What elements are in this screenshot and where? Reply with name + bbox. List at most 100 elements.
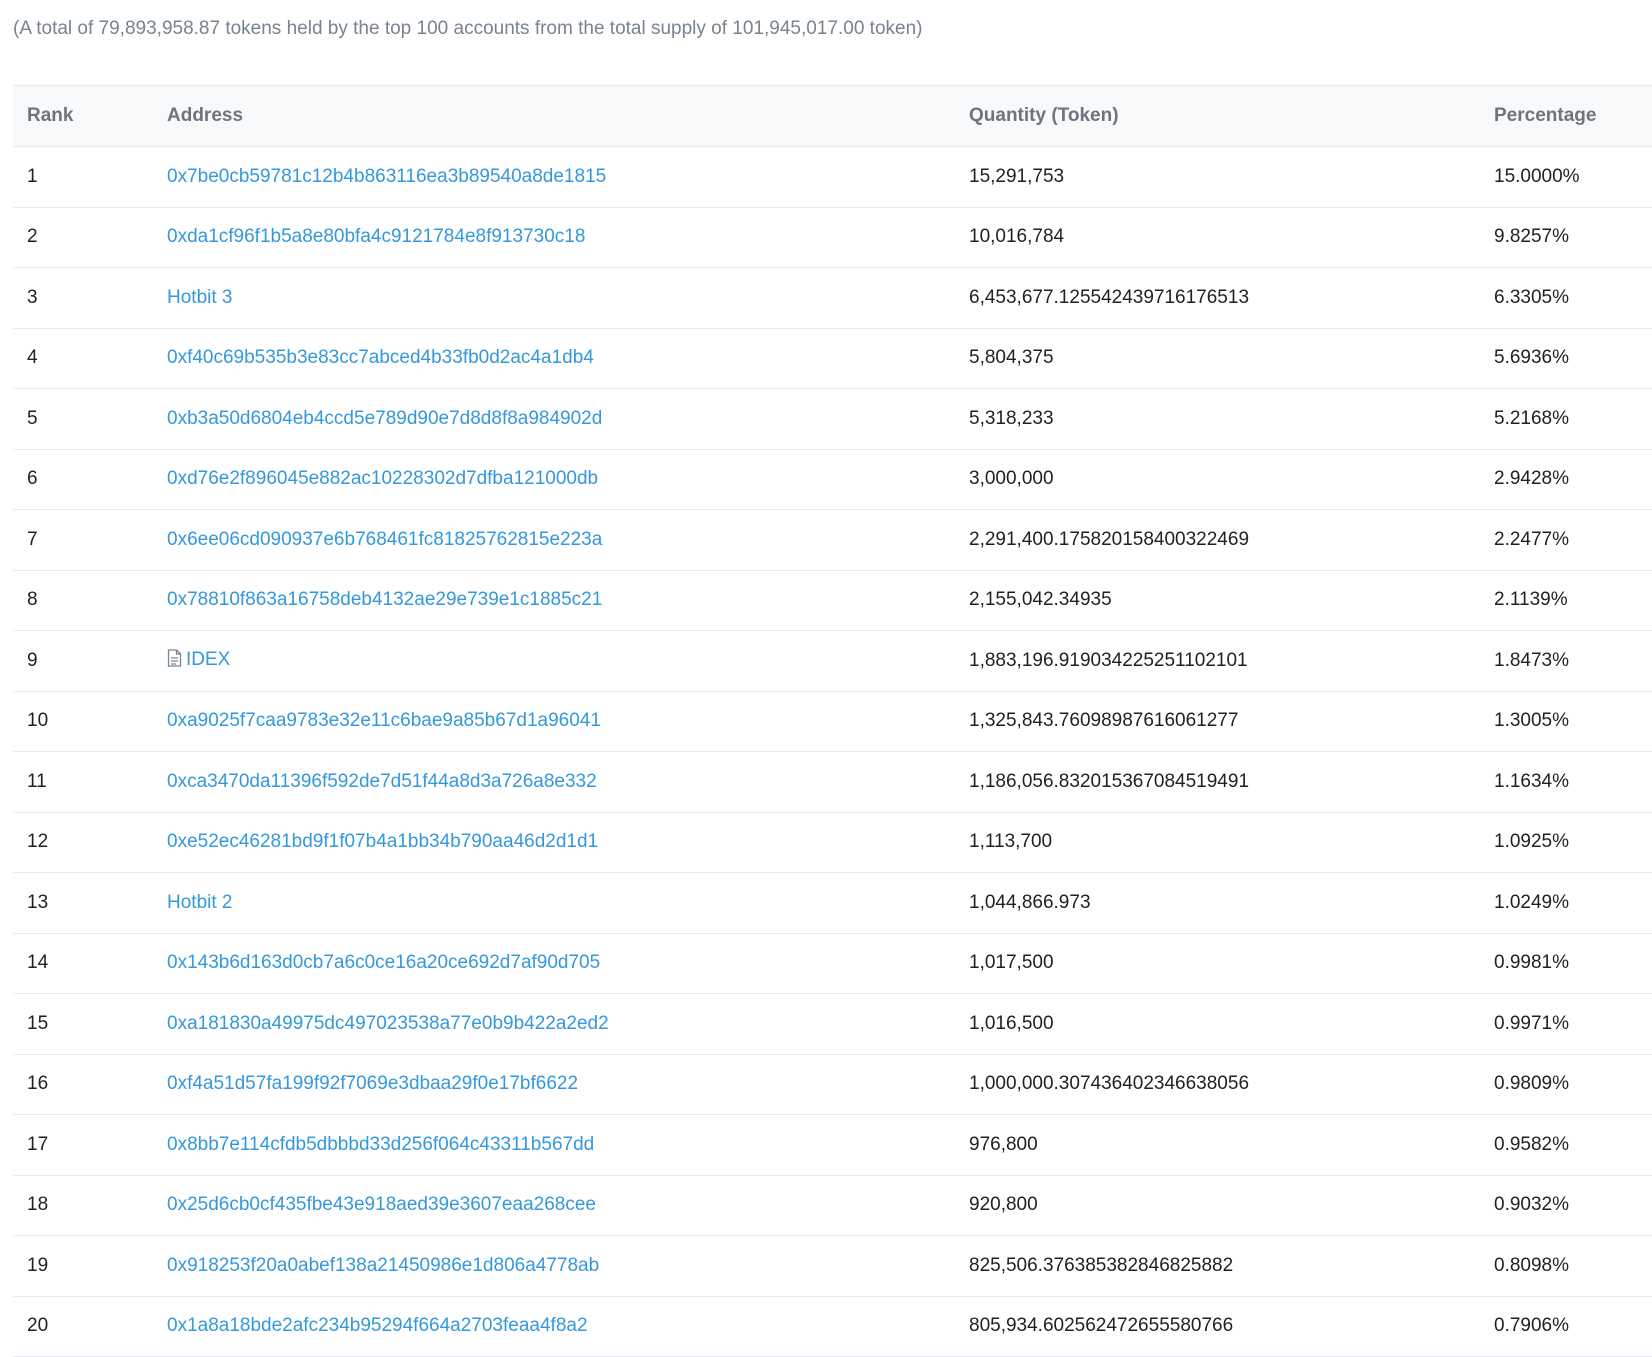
table-header-row: Rank Address Quantity (Token) Percentage: [13, 85, 1652, 147]
percentage-cell: 1.8473%: [1480, 630, 1652, 692]
quantity-cell: 976,800: [955, 1114, 1480, 1176]
address-cell: 0x7be0cb59781c12b4b863116ea3b89540a8de18…: [153, 146, 955, 208]
address-link[interactable]: 0xf4a51d57fa199f92f7069e3dbaa29f0e17bf66…: [167, 1073, 578, 1094]
percentage-cell: 1.1634%: [1480, 751, 1652, 813]
table-row: 18 0x25d6cb0cf435fbe43e918aed39e3607eaa26…: [13, 1175, 1652, 1236]
table-row: 5 0xb3a50d6804eb4ccd5e789d90e7d8d8f8a9849…: [13, 388, 1652, 450]
table-row: 13 Hotbit 2 1,044,866.973 1.0249%: [13, 872, 1652, 934]
quantity-cell: 1,044,866.973: [955, 872, 1480, 934]
table-row: 4 0xf40c69b535b3e83cc7abced4b33fb0d2ac4a1…: [13, 328, 1652, 389]
percentage-cell: 5.6936%: [1480, 328, 1652, 389]
address-link[interactable]: 0x918253f20a0abef138a21450986e1d806a4778…: [167, 1255, 599, 1276]
rank-cell: 15: [13, 993, 153, 1055]
quantity-cell: 805,934.602562472655580766: [955, 1296, 1480, 1357]
table-row: 11 0xca3470da11396f592de7d51f44a8d3a726a8…: [13, 751, 1652, 813]
address-link[interactable]: Hotbit 3: [167, 287, 232, 308]
table-row: 1 0x7be0cb59781c12b4b863116ea3b89540a8de1…: [13, 146, 1652, 208]
quantity-cell: 10,016,784: [955, 207, 1480, 268]
percentage-cell: 1.0925%: [1480, 812, 1652, 873]
address-link[interactable]: IDEX: [186, 649, 230, 670]
address-link[interactable]: 0x1a8a18bde2afc234b95294f664a2703feaa4f8…: [167, 1315, 588, 1336]
rank-cell: 14: [13, 933, 153, 994]
address-cell: IDEX: [153, 630, 955, 692]
address-cell: 0x918253f20a0abef138a21450986e1d806a4778…: [153, 1235, 955, 1297]
address-link[interactable]: 0xa9025f7caa9783e32e11c6bae9a85b67d1a960…: [167, 710, 601, 731]
table-row: 20 0x1a8a18bde2afc234b95294f664a2703feaa4…: [13, 1296, 1652, 1357]
address-cell: 0xf4a51d57fa199f92f7069e3dbaa29f0e17bf66…: [153, 1054, 955, 1115]
percentage-cell: 0.9809%: [1480, 1054, 1652, 1115]
quantity-cell: 1,016,500: [955, 993, 1480, 1055]
quantity-cell: 2,291,400.175820158400322469: [955, 509, 1480, 571]
address-cell: 0xca3470da11396f592de7d51f44a8d3a726a8e3…: [153, 751, 955, 813]
table-row: 12 0xe52ec46281bd9f1f07b4a1bb34b790aa46d2…: [13, 812, 1652, 873]
address-link[interactable]: 0x7be0cb59781c12b4b863116ea3b89540a8de18…: [167, 166, 606, 187]
table-row: 10 0xa9025f7caa9783e32e11c6bae9a85b67d1a9…: [13, 691, 1652, 752]
address-cell: 0x6ee06cd090937e6b768461fc81825762815e22…: [153, 509, 955, 571]
quantity-cell: 920,800: [955, 1175, 1480, 1236]
address-link[interactable]: 0xb3a50d6804eb4ccd5e789d90e7d8d8f8a98490…: [167, 408, 602, 429]
rank-cell: 11: [13, 751, 153, 813]
quantity-cell: 1,000,000.307436402346638056: [955, 1054, 1480, 1115]
address-cell: 0x1a8a18bde2afc234b95294f664a2703feaa4f8…: [153, 1296, 955, 1357]
rank-cell: 20: [13, 1296, 153, 1357]
rank-cell: 13: [13, 872, 153, 934]
address-link[interactable]: 0xf40c69b535b3e83cc7abced4b33fb0d2ac4a1d…: [167, 347, 594, 368]
address-link[interactable]: 0xd76e2f896045e882ac10228302d7dfba121000…: [167, 468, 598, 489]
table-row: 7 0x6ee06cd090937e6b768461fc81825762815e2…: [13, 509, 1652, 571]
rank-cell: 16: [13, 1054, 153, 1115]
rank-cell: 2: [13, 207, 153, 268]
rank-cell: 10: [13, 691, 153, 752]
address-cell: Hotbit 3: [153, 267, 955, 329]
table-row: 15 0xa181830a49975dc497023538a77e0b9b422a…: [13, 993, 1652, 1055]
table-row: 2 0xda1cf96f1b5a8e80bfa4c9121784e8f913730…: [13, 207, 1652, 268]
holders-summary: (A total of 79,893,958.87 tokens held by…: [13, 18, 923, 39]
address-cell: 0xda1cf96f1b5a8e80bfa4c9121784e8f913730c…: [153, 207, 955, 268]
percentage-cell: 0.9981%: [1480, 933, 1652, 994]
address-cell: 0xb3a50d6804eb4ccd5e789d90e7d8d8f8a98490…: [153, 388, 955, 450]
percentage-cell: 0.8098%: [1480, 1235, 1652, 1297]
token-holders-table: Rank Address Quantity (Token) Percentage…: [13, 85, 1652, 1357]
quantity-cell: 825,506.376385382846825882: [955, 1235, 1480, 1297]
contract-file-icon: [167, 649, 182, 673]
address-link[interactable]: 0x6ee06cd090937e6b768461fc81825762815e22…: [167, 529, 602, 550]
address-cell: 0x25d6cb0cf435fbe43e918aed39e3607eaa268c…: [153, 1175, 955, 1236]
quantity-cell: 1,325,843.76098987616061277: [955, 691, 1480, 752]
address-cell: 0xe52ec46281bd9f1f07b4a1bb34b790aa46d2d1…: [153, 812, 955, 873]
address-cell: 0x8bb7e114cfdb5dbbbd33d256f064c43311b567…: [153, 1114, 955, 1176]
percentage-cell: 1.3005%: [1480, 691, 1652, 752]
header-quantity: Quantity (Token): [955, 85, 1480, 147]
address-link[interactable]: 0xe52ec46281bd9f1f07b4a1bb34b790aa46d2d1…: [167, 831, 598, 852]
table-row: 17 0x8bb7e114cfdb5dbbbd33d256f064c43311b5…: [13, 1114, 1652, 1176]
rank-cell: 5: [13, 388, 153, 450]
rank-cell: 6: [13, 449, 153, 510]
address-link[interactable]: 0x25d6cb0cf435fbe43e918aed39e3607eaa268c…: [167, 1194, 596, 1215]
address-cell: 0xa9025f7caa9783e32e11c6bae9a85b67d1a960…: [153, 691, 955, 752]
address-link[interactable]: 0x143b6d163d0cb7a6c0ce16a20ce692d7af90d7…: [167, 952, 600, 973]
table-row: 3 Hotbit 3 6,453,677.125542439716176513 6.3…: [13, 267, 1652, 329]
table-row: 19 0x918253f20a0abef138a21450986e1d806a47…: [13, 1235, 1652, 1297]
quantity-cell: 1,186,056.832015367084519491: [955, 751, 1480, 813]
address-link[interactable]: 0x78810f863a16758deb4132ae29e739e1c1885c…: [167, 589, 602, 610]
percentage-cell: 0.9971%: [1480, 993, 1652, 1055]
percentage-cell: 0.7906%: [1480, 1296, 1652, 1357]
percentage-cell: 6.3305%: [1480, 267, 1652, 329]
rank-cell: 1: [13, 146, 153, 208]
quantity-cell: 2,155,042.34935: [955, 570, 1480, 631]
address-link[interactable]: 0xa181830a49975dc497023538a77e0b9b422a2e…: [167, 1013, 609, 1034]
quantity-cell: 5,804,375: [955, 328, 1480, 389]
percentage-cell: 2.2477%: [1480, 509, 1652, 571]
table-body: 1 0x7be0cb59781c12b4b863116ea3b89540a8de1…: [13, 146, 1652, 1357]
rank-cell: 9: [13, 630, 153, 692]
address-link[interactable]: Hotbit 2: [167, 892, 232, 913]
address-link[interactable]: 0xca3470da11396f592de7d51f44a8d3a726a8e3…: [167, 771, 597, 792]
address-link[interactable]: 0xda1cf96f1b5a8e80bfa4c9121784e8f913730c…: [167, 226, 585, 247]
rank-cell: 12: [13, 812, 153, 873]
rank-cell: 3: [13, 267, 153, 329]
percentage-cell: 2.1139%: [1480, 570, 1652, 631]
address-cell: 0x143b6d163d0cb7a6c0ce16a20ce692d7af90d7…: [153, 933, 955, 994]
table-row: 8 0x78810f863a16758deb4132ae29e739e1c1885…: [13, 570, 1652, 631]
table-row: 9 IDEX 1,883,196.919034225251102101 1.8473%: [13, 630, 1652, 692]
header-percentage: Percentage: [1480, 85, 1652, 147]
address-cell: 0xd76e2f896045e882ac10228302d7dfba121000…: [153, 449, 955, 510]
address-link[interactable]: 0x8bb7e114cfdb5dbbbd33d256f064c43311b567…: [167, 1134, 594, 1155]
